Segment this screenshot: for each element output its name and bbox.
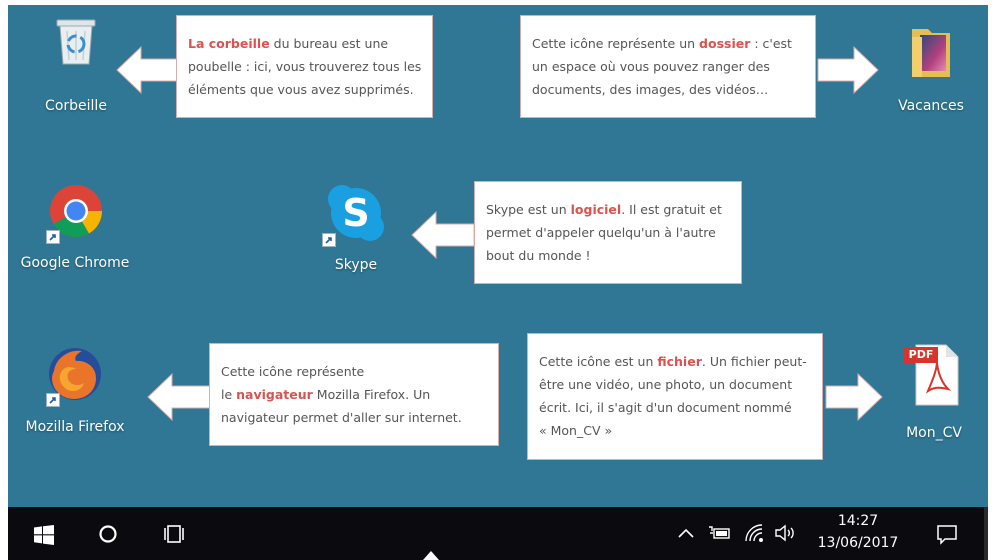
highlight-term: fichier	[657, 354, 702, 369]
callout-text: Skype est un	[486, 202, 571, 217]
callout-firefox: Cette icône représente le navigateur Moz…	[209, 343, 499, 446]
callout-text: navigateur permet d'aller sur internet.	[221, 410, 462, 425]
arrow-left-icon	[116, 45, 178, 95]
taskbar: 14:27 13/06/2017	[8, 507, 988, 560]
battery-icon[interactable]	[708, 525, 732, 541]
shortcut-arrow-icon	[46, 230, 60, 244]
cortana-search-icon[interactable]	[98, 524, 118, 544]
arrow-up-icon	[423, 551, 439, 560]
highlight-term: logiciel	[570, 202, 622, 217]
desktop-icon-firefox[interactable]: Mozilla Firefox	[10, 341, 140, 441]
highlight-term: La corbeille	[188, 36, 270, 51]
callout-text: « Mon_CV »	[539, 423, 613, 438]
desktop-icon-recycle-bin[interactable]: Corbeille	[28, 15, 124, 115]
callout-text: le	[221, 387, 237, 402]
callout-text: Cette icône est un	[539, 354, 658, 369]
highlight-term: dossier	[699, 36, 751, 51]
callout-text: Mozilla Firefox. Un	[312, 387, 431, 402]
action-center-icon[interactable]	[936, 523, 958, 545]
highlight-term: navigateur	[236, 387, 313, 402]
callout-text: éléments que vous avez supprimés.	[188, 82, 414, 97]
callout-file: Cette icône est un fichier. Un fichier p…	[527, 333, 823, 460]
icon-label: Google Chrome	[20, 255, 130, 271]
callout-text: documents, des images, des vidéos…	[532, 82, 769, 97]
windows-start-icon[interactable]	[34, 525, 54, 545]
callout-text: . Il est gratuit et	[621, 202, 722, 217]
callout-text: être une vidéo, une photo, un document	[539, 377, 793, 392]
arrow-left-icon	[411, 210, 475, 260]
task-view-icon[interactable]	[163, 524, 185, 544]
folder-icon	[912, 29, 950, 77]
shortcut-arrow-icon	[46, 393, 60, 407]
callout-text: permet d'appeler quelqu'un à l'autre	[486, 225, 716, 240]
callout-text: du bureau est une	[269, 36, 389, 51]
icon-label: Mon_CV	[906, 425, 962, 441]
callout-text: poubelle : ici, vous trouverez tous les	[188, 59, 422, 74]
icon-label: Mozilla Firefox	[25, 419, 125, 435]
chevron-up-icon[interactable]	[678, 527, 694, 539]
recycle-bin-icon	[56, 19, 96, 65]
callout-text: Cette icône représente un	[532, 36, 700, 51]
taskbar-edge	[984, 507, 988, 560]
arrow-left-icon	[147, 372, 217, 422]
desktop: Corbeille Vacances Google Chrome S Skype…	[8, 5, 988, 507]
arrow-right-icon	[825, 372, 883, 422]
clock-date[interactable]: 13/06/2017	[808, 535, 908, 551]
arrow-right-icon	[817, 45, 879, 95]
svg-text:S: S	[342, 191, 369, 235]
desktop-icon-folder[interactable]: Vacances	[876, 15, 986, 115]
icon-label: Corbeille	[45, 98, 107, 114]
callout-text: Cette icône représente	[221, 364, 365, 379]
volume-icon[interactable]	[774, 523, 796, 543]
callout-text: bout du monde !	[486, 248, 591, 263]
icon-label: Skype	[334, 257, 378, 273]
shortcut-arrow-icon	[322, 233, 336, 247]
callout-text: écrit. Ici, il s'agit d'un document nomm…	[539, 400, 792, 415]
callout-recycle-bin: La corbeille du bureau est une poubelle …	[176, 15, 433, 118]
pdf-badge: PDF	[904, 347, 938, 363]
callout-text: : c'est	[750, 36, 792, 51]
callout-text: . Un fichier peut-	[701, 354, 807, 369]
wifi-icon[interactable]	[744, 523, 764, 543]
desktop-icon-chrome[interactable]: Google Chrome	[10, 175, 140, 275]
desktop-icon-pdf[interactable]: PDF Mon_CV	[884, 339, 984, 441]
icon-label: Vacances	[898, 98, 964, 114]
callout-text: un espace où vous pouvez ranger des	[532, 59, 770, 74]
callout-skype: Skype est un logiciel. Il est gratuit et…	[474, 181, 742, 284]
desktop-icon-skype[interactable]: S Skype	[308, 175, 404, 275]
callout-folder: Cette icône représente un dossier : c'es…	[520, 15, 816, 118]
clock-time[interactable]: 14:27	[808, 513, 908, 529]
